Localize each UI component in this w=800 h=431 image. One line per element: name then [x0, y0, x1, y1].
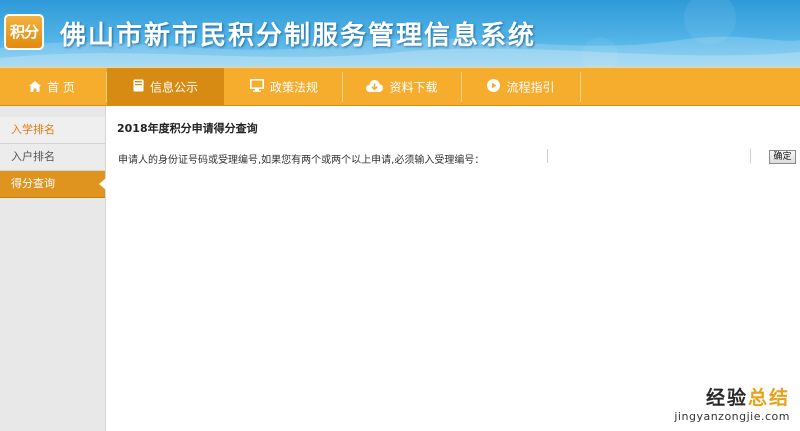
main-nav: 首 页 信息公示 政策法规 资料下载 流程指引 — [0, 67, 800, 106]
watermark-text-a: 经验 — [705, 387, 748, 409]
watermark-text-b: 总结 — [747, 387, 790, 409]
cloud-download-icon — [366, 69, 384, 107]
app-logo: 积分 — [4, 14, 44, 50]
nav-policy[interactable]: 政策法规 — [226, 68, 342, 106]
nav-process-guide[interactable]: 流程指引 — [462, 68, 580, 106]
query-instruction: 申请人的身份证号码或受理编号,如果您有两个或两个以上申请,必须输入受理编号： — [118, 155, 485, 166]
play-circle-icon — [487, 69, 501, 107]
home-icon — [29, 69, 42, 107]
watermark-logo: 经验总结 — [674, 383, 790, 410]
sidebar-item-household-ranking[interactable]: 入户排名 — [0, 144, 105, 171]
sidebar-item-school-ranking[interactable]: 入学排名 — [0, 117, 105, 144]
nav-info-public[interactable]: 信息公示 — [107, 68, 224, 106]
book-icon — [133, 69, 144, 107]
nav-downloads-label: 资料下载 — [389, 80, 438, 95]
header-banner: 积分 佛山市新市民积分制服务管理信息系统 — [0, 0, 800, 67]
nav-home[interactable]: 首 页 — [0, 68, 104, 106]
watermark-url: jingyanzongjie.com — [674, 410, 790, 423]
main-content: 2018年度积分申请得分查询 申请人的身份证号码或受理编号,如果您有两个或两个以… — [106, 106, 800, 431]
id-number-input[interactable] — [547, 149, 751, 163]
monitor-icon — [249, 69, 264, 107]
confirm-button[interactable]: 确定 — [769, 150, 796, 164]
watermark: 经验总结 jingyanzongjie.com — [674, 383, 790, 423]
nav-process-guide-label: 流程指引 — [506, 80, 555, 95]
nav-divider — [580, 72, 581, 102]
nav-info-public-label: 信息公示 — [149, 80, 198, 95]
system-title: 佛山市新市民积分制服务管理信息系统 — [60, 21, 537, 51]
sidebar-item-score-query[interactable]: 得分查询 — [0, 171, 106, 198]
page-title: 2018年度积分申请得分查询 — [117, 122, 258, 135]
nav-downloads[interactable]: 资料下载 — [343, 68, 461, 106]
nav-home-label: 首 页 — [47, 80, 75, 95]
sidebar: 入学排名 入户排名 得分查询 — [0, 106, 106, 431]
nav-policy-label: 政策法规 — [269, 80, 318, 95]
